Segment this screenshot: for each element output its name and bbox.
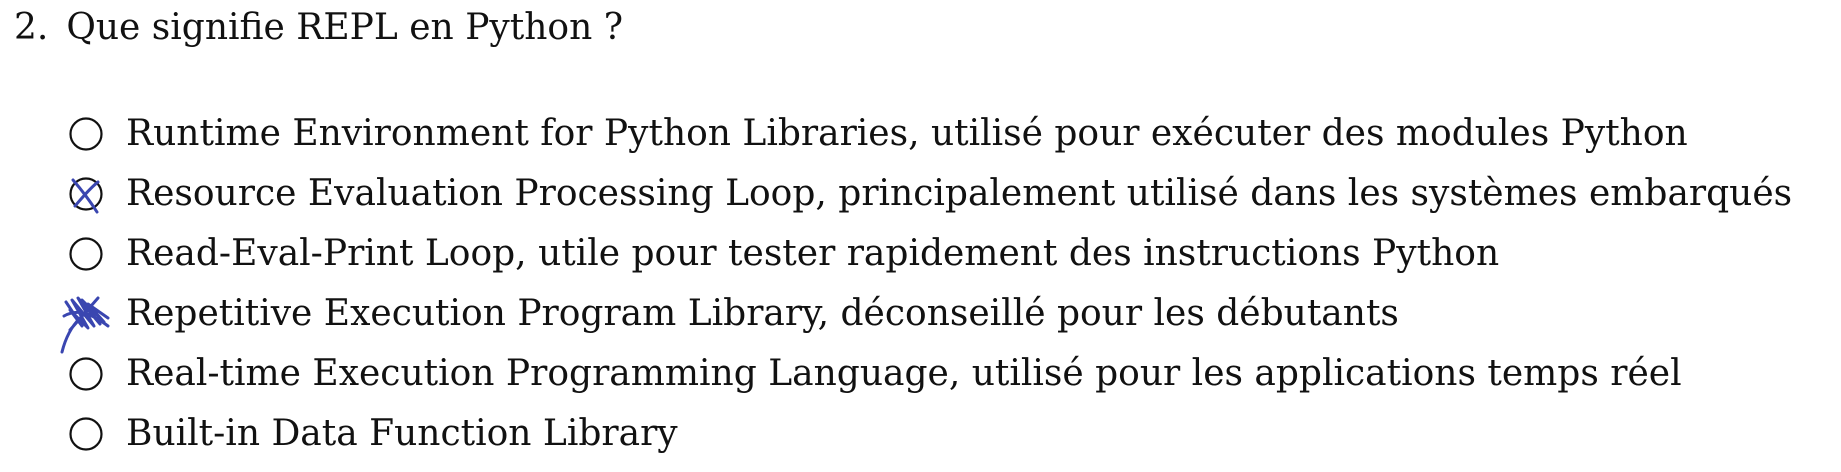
radio-circle-icon[interactable] [68,116,104,152]
option-label: Read-Eval-Print Loop, utile pour tester … [126,233,1500,274]
option-label: Resource Evaluation Processing Loop, pri… [126,173,1793,214]
option-3[interactable]: Read-Eval-Print Loop, utile pour tester … [68,224,1792,284]
option-6[interactable]: Built-in Data Function Library [68,404,1792,464]
radio-scribbled-icon[interactable] [60,296,110,354]
option-label: Runtime Environment for Python Libraries… [126,113,1688,154]
option-label: Built-in Data Function Library [126,413,678,454]
radio-circle-icon[interactable] [68,356,104,392]
question-number: 2. [14,7,49,48]
radio-circle-icon[interactable] [68,416,104,452]
option-label: Real-time Execution Programming Language… [126,353,1682,394]
option-2[interactable]: Resource Evaluation Processing Loop, pri… [68,164,1792,224]
radio-circle-icon[interactable] [68,236,104,272]
radio-crossed-icon[interactable] [68,176,104,214]
option-label: Repetitive Execution Program Library, dé… [126,293,1399,334]
option-5[interactable]: Real-time Execution Programming Language… [68,344,1792,404]
answer-options: Runtime Environment for Python Libraries… [60,104,1792,464]
option-1[interactable]: Runtime Environment for Python Libraries… [68,104,1792,164]
option-4[interactable]: Repetitive Execution Program Library, dé… [60,284,1792,354]
question-header: 2. Que signifie REPL en Python ? [14,4,623,52]
question-text: Que signifie REPL en Python ? [66,7,624,48]
